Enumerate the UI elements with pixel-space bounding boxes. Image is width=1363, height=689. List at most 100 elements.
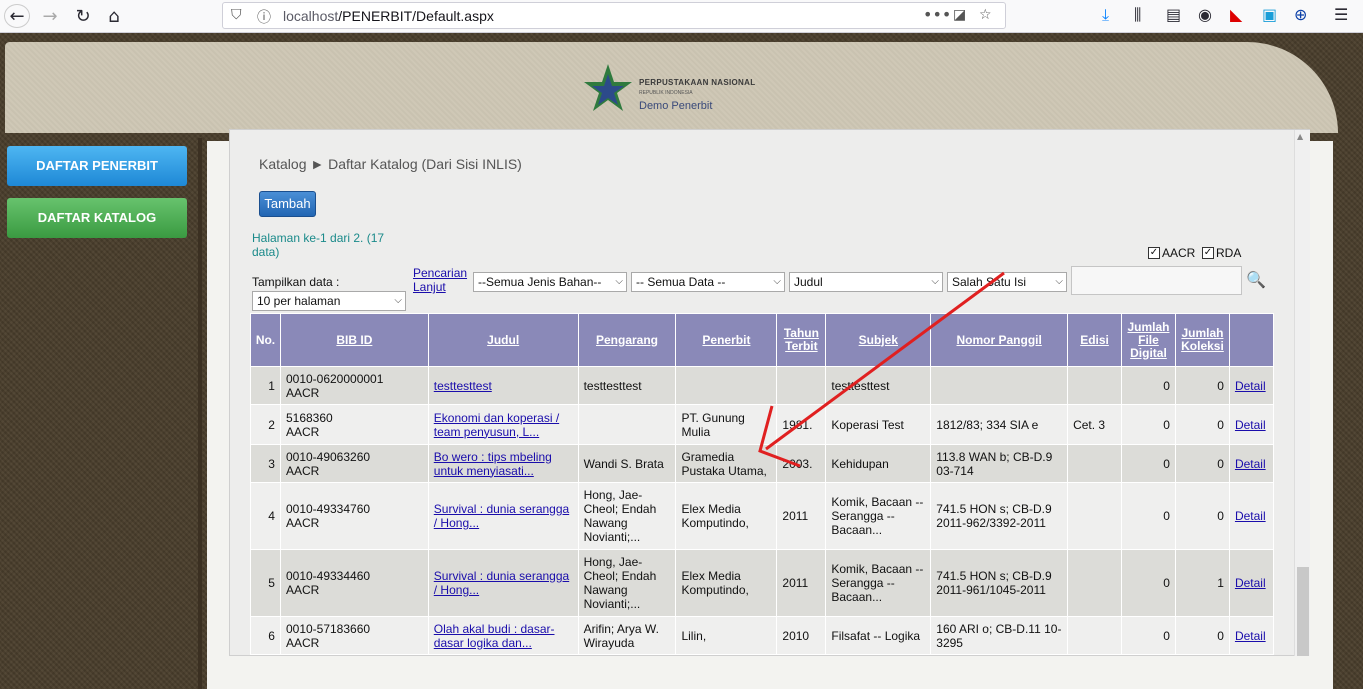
col-edisi[interactable]: Edisi [1067,313,1122,367]
logo-star-icon [584,64,632,111]
scroll-up-icon[interactable]: ▲ [1297,132,1303,141]
aacr-checkbox[interactable]: ✓ AACR [1148,246,1195,260]
cell-nomor-panggil: 741.5 HON s; CB-D.9 2011-962/3392-2011 [930,482,1069,550]
addon-icon[interactable]: ⊕ [1294,5,1307,24]
detail-link[interactable]: Detail [1235,418,1266,432]
col-bib-id[interactable]: BIB ID [279,313,429,367]
checkbox-checked-icon[interactable]: ✓ [1202,247,1214,259]
extension-icon[interactable]: ◣ [1230,5,1242,24]
cell-judul: Bo wero : tips mbeling untuk menyiasati.… [427,444,579,483]
cell-pengarang [577,404,677,445]
cell-pengarang: testtesttest [577,366,677,405]
table-row: 4 0010-49334760 AACR Survival : dunia seran… [250,482,1275,550]
detail-link[interactable]: Detail [1235,457,1266,471]
cell-action: Detail [1228,404,1275,445]
cell-nomor-panggil: 113.8 WAN b; CB-D.9 03-714 [930,444,1069,483]
cell-action: Detail [1228,444,1275,483]
cell-edisi [1067,616,1122,655]
cell-edisi [1067,444,1122,483]
cell-tahun: 2010 [776,616,827,655]
cell-pengarang: Hong, Jae-Cheol; Endah Nawang Novianti;.… [577,482,677,550]
menu-icon[interactable]: ☰ [1334,5,1348,24]
add-button[interactable]: Tambah [259,191,316,217]
detail-link[interactable]: Detail [1235,379,1266,393]
info-icon[interactable]: ⓘ [257,7,271,27]
forward-icon[interactable]: → [37,4,63,28]
search-input[interactable] [1071,266,1242,295]
col-action [1228,313,1275,367]
title-link[interactable]: Survival : dunia serangga / Hong... [434,569,569,597]
detail-link[interactable]: Detail [1235,509,1266,523]
col-nomor-panggil[interactable]: Nomor Panggil [930,313,1069,367]
library-icon[interactable]: ⫼ [1134,5,1141,25]
bib-format: AACR [285,583,320,597]
logo-app-name: Demo Penerbit [639,100,713,112]
title-link[interactable]: Survival : dunia serangga / Hong... [434,502,569,530]
cell-bib-id: 0010-57183660 AACR [279,616,429,655]
cell-tahun: 1981. [776,404,827,445]
title-link[interactable]: Ekonomi dan koperasi / team penyusun, L.… [434,411,559,439]
cell-bib-id: 0010-49063260 AACR [279,444,429,483]
bib-format: AACR [285,463,320,478]
pocket-icon[interactable]: ◪ [953,7,966,23]
url-text[interactable]: localhost/PENERBIT/Default.aspx [283,8,494,24]
cell-koleksi: 0 [1174,616,1230,655]
col-no: No. [250,313,281,367]
page-info: Halaman ke-1 dari 2. (17 data) [252,231,385,259]
bib-format: AACR [285,424,320,439]
title-link[interactable]: testtesttest [434,379,492,393]
cell-judul: Survival : dunia serangga / Hong... [427,482,579,550]
col-jumlah-file-digital[interactable]: Jumlah File Digital [1121,313,1176,367]
account-icon[interactable]: ◉ [1198,5,1212,24]
daftar-penerbit-button[interactable]: DAFTAR PENERBIT [7,146,187,186]
cell-koleksi: 1 [1174,549,1230,617]
cell-bib-id: 0010-49334760 AACR [279,482,429,550]
title-link[interactable]: Olah akal budi : dasar-dasar logika dan.… [434,622,555,650]
search-icon[interactable]: 🔍 [1246,270,1266,289]
detail-link[interactable]: Detail [1235,576,1266,590]
reload-icon[interactable]: ↻ [70,4,96,28]
data-filter-select[interactable]: -- Semua Data -- ⌵ [631,272,785,292]
cell-file-digital: 0 [1121,482,1176,550]
col-subjek[interactable]: Subjek [825,313,932,367]
home-icon[interactable]: ⌂ [101,4,127,28]
shield-icon[interactable]: ⛉ [231,7,242,23]
cell-bib-id: 0010-49334460 AACR [279,549,429,617]
col-penerbit[interactable]: Penerbit [675,313,778,367]
cell-tahun: 2003. [776,444,827,483]
field-select[interactable]: Judul ⌵ [789,272,943,292]
site-logo[interactable]: PERPUSTAKAAN NASIONAL REPUBLIK INDONESIA… [580,60,780,120]
download-icon[interactable]: ⤓ [1102,5,1109,25]
bib-format: AACR [285,385,320,400]
col-judul[interactable]: Judul [427,313,579,367]
detail-link[interactable]: Detail [1235,629,1266,643]
material-type-select[interactable]: --Semua Jenis Bahan-- ⌵ [473,272,627,292]
advanced-search-link[interactable]: Pencarian Lanjut [413,266,473,294]
cell-no: 1 [250,366,281,405]
cell-no: 3 [250,444,281,483]
page-actions-icon[interactable]: ••• [923,5,951,24]
daftar-katalog-button[interactable]: DAFTAR KATALOG [7,198,187,238]
scrollbar[interactable]: ▲ [1294,130,1310,656]
checkbox-checked-icon[interactable]: ✓ [1148,247,1160,259]
per-page-select[interactable]: 10 per halaman ⌵ [252,291,406,311]
col-jumlah-koleksi[interactable]: Jumlah Koleksi [1174,313,1230,367]
col-pengarang[interactable]: Pengarang [577,313,677,367]
cell-penerbit: PT. Gunung Mulia [675,404,778,445]
cell-judul: Survival : dunia serangga / Hong... [427,549,579,617]
cell-action: Detail [1228,549,1275,617]
cell-edisi [1067,366,1122,405]
back-icon[interactable]: ← [4,4,30,28]
save-extension-icon[interactable]: ▣ [1262,5,1277,24]
title-link[interactable]: Bo wero : tips mbeling untuk menyiasati.… [434,450,552,478]
match-select[interactable]: Salah Satu Isi ⌵ [947,272,1067,292]
address-bar[interactable]: ⛉ ⓘ localhost/PENERBIT/Default.aspx ••• … [222,2,1006,29]
rda-checkbox[interactable]: ✓ RDA [1202,246,1241,260]
scrollbar-thumb[interactable] [1297,567,1309,656]
bookmark-star-icon[interactable]: ☆ [979,7,992,23]
col-tahun-terbit[interactable]: Tahun Terbit [776,313,827,367]
cell-pengarang: Hong, Jae-Cheol; Endah Nawang Novianti;.… [577,549,677,617]
sidebar-toggle-icon[interactable]: ▤ [1166,5,1181,24]
cell-pengarang: Wandi S. Brata [577,444,677,483]
url-host: localhost [283,8,339,24]
